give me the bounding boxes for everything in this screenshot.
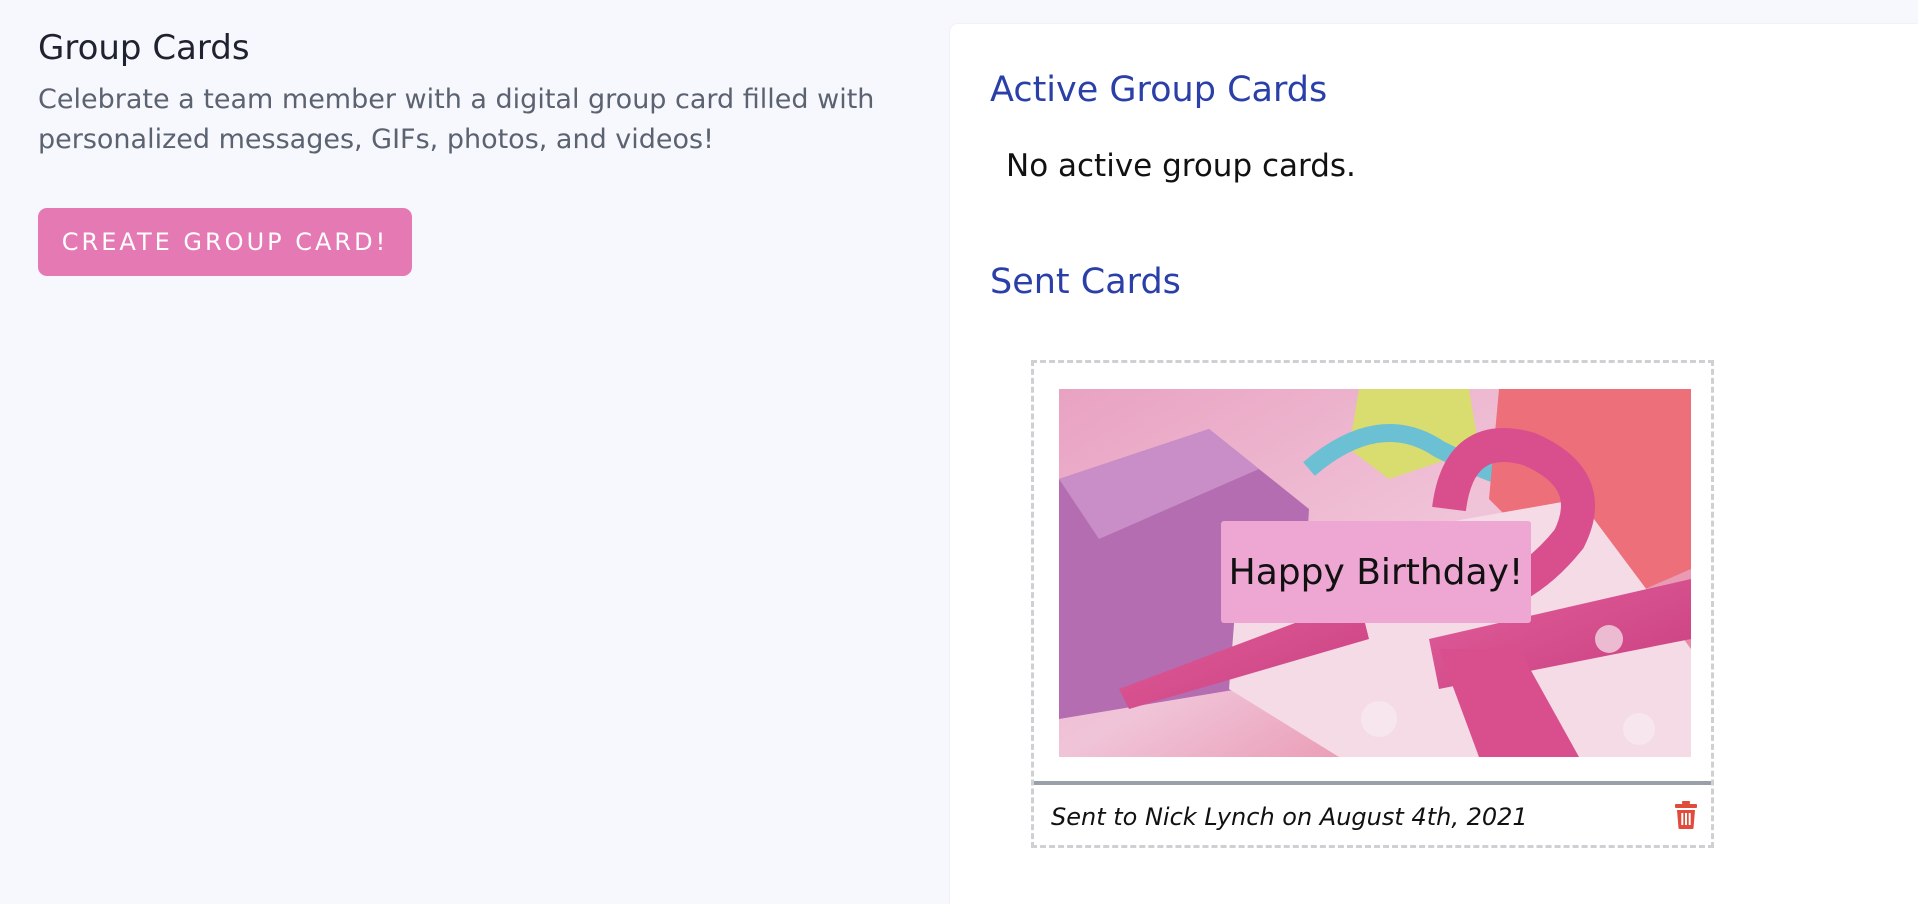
sent-card[interactable]: Happy Birthday! Sent to Nick Lynch on Au…	[1031, 360, 1714, 848]
intro-section: Group Cards Celebrate a team member with…	[38, 28, 898, 160]
active-cards-heading: Active Group Cards	[990, 70, 1328, 110]
page-title: Group Cards	[38, 28, 250, 68]
card-label: Happy Birthday!	[1221, 521, 1531, 623]
card-divider	[1034, 781, 1711, 785]
cards-panel: Active Group Cards No active group cards…	[950, 24, 1918, 904]
sent-cards-heading: Sent Cards	[990, 262, 1181, 302]
card-cover-image: Happy Birthday!	[1059, 389, 1691, 757]
create-group-card-button[interactable]: CREATE GROUP CARD!	[38, 208, 412, 276]
active-cards-empty-message: No active group cards.	[1006, 148, 1356, 184]
card-sent-info: Sent to Nick Lynch on August 4th, 2021	[1051, 803, 1528, 831]
trash-icon[interactable]	[1674, 801, 1698, 829]
page-description: Celebrate a team member with a digital g…	[38, 84, 875, 155]
